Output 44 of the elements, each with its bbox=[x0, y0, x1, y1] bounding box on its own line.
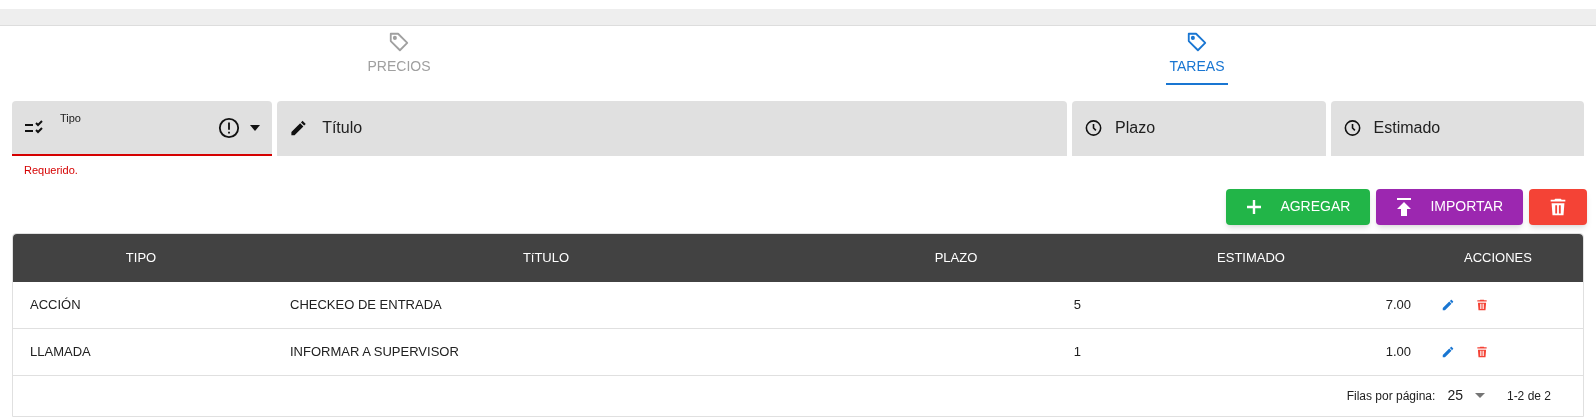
checklist-icon bbox=[24, 119, 46, 136]
column-header: TíTULO bbox=[522, 248, 570, 267]
dropdown-icon bbox=[1474, 393, 1485, 398]
table-cell: CHECKEO DE ENTRADA bbox=[290, 296, 442, 312]
column-header: ACCIONES bbox=[1464, 248, 1532, 267]
delete-row-button[interactable] bbox=[1475, 297, 1489, 312]
table-cell: LLAMADA bbox=[30, 343, 91, 359]
column-header: ESTIMADO bbox=[1217, 248, 1285, 267]
alert-icon bbox=[218, 116, 240, 139]
title-input[interactable]: Título bbox=[322, 115, 1055, 140]
delete-row-button[interactable] bbox=[1475, 344, 1489, 359]
trash-icon bbox=[1475, 297, 1489, 312]
edit-button[interactable] bbox=[1441, 297, 1455, 312]
time-input[interactable]: Plazo bbox=[1115, 115, 1314, 140]
rows-per-page-label: Filas por página: bbox=[1346, 387, 1436, 405]
table-cell-text: 1.00 bbox=[1385, 342, 1411, 361]
dropdown-icon bbox=[250, 124, 260, 131]
plus-icon bbox=[1246, 198, 1263, 215]
column-header: PLAZO bbox=[934, 248, 978, 267]
import-button[interactable]: IMPORTAR bbox=[1376, 188, 1523, 225]
error-text: Requerido. bbox=[24, 163, 79, 178]
input-field[interactable]: Estimado bbox=[1330, 101, 1584, 156]
tag-icon bbox=[388, 31, 410, 53]
input-field[interactable]: Plazo bbox=[1072, 101, 1326, 156]
column-header: TIPO bbox=[125, 248, 157, 267]
input-field[interactable]: Título bbox=[277, 101, 1067, 156]
trash-icon bbox=[1475, 344, 1489, 359]
field-label: Tipo bbox=[60, 111, 81, 126]
table-cell: INFORMAR A SUPERVISOR bbox=[290, 343, 459, 359]
pencil-icon bbox=[1441, 297, 1455, 312]
time-input[interactable]: Estimado bbox=[1373, 115, 1572, 140]
edit-button[interactable] bbox=[1441, 344, 1455, 359]
tag-icon bbox=[1186, 31, 1208, 53]
upload-icon bbox=[1396, 197, 1413, 216]
pencil-icon bbox=[1441, 344, 1455, 359]
page-range: 1-2 de 2 bbox=[1506, 387, 1551, 405]
table-cell-text: 1 bbox=[1073, 342, 1081, 361]
table-cell-text: 5 bbox=[1073, 295, 1081, 314]
delete-button[interactable] bbox=[1529, 188, 1587, 225]
table-cell-text: 7.00 bbox=[1385, 295, 1411, 314]
table-cell: ACCIÓN bbox=[30, 296, 81, 312]
rows-per-page-select[interactable]: 25 bbox=[1447, 385, 1485, 406]
tab[interactable]: TAREAS bbox=[1165, 29, 1229, 85]
type-select[interactable]: Tipo bbox=[12, 101, 272, 156]
